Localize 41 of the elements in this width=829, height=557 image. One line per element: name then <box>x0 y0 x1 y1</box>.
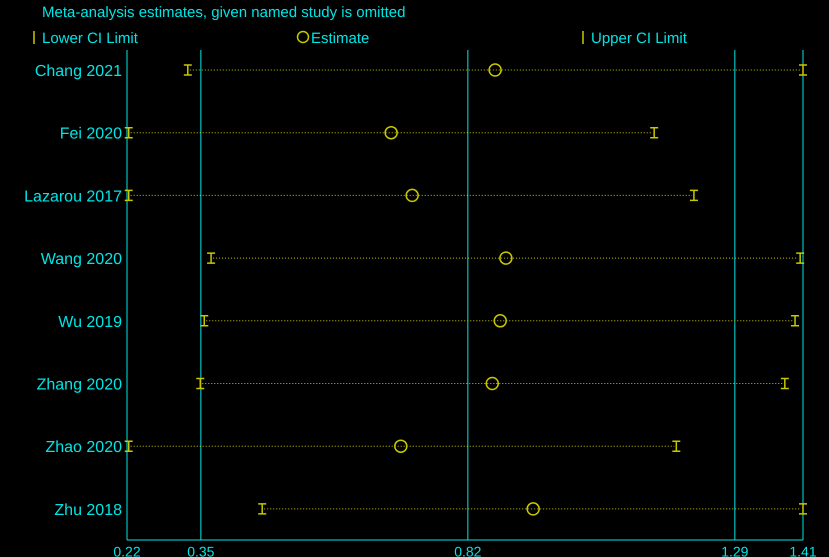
estimate-marker <box>384 126 398 140</box>
lower-limit-marker <box>124 440 134 452</box>
lower-limit-marker <box>257 503 267 515</box>
axis-tick-label: 0.22 <box>113 544 141 557</box>
study-label: Zhao 2020 <box>45 439 122 456</box>
estimate-marker <box>394 439 408 453</box>
lower-limit-marker <box>206 252 216 264</box>
estimate-marker <box>499 251 513 265</box>
lower-limit-marker <box>124 126 134 138</box>
estimate-marker <box>493 314 507 328</box>
study-label: Fei 2020 <box>60 126 122 143</box>
lower-limit-marker <box>200 315 209 327</box>
chart-title: Meta-analysis estimates, given named study is omitted <box>42 4 406 21</box>
upper-limit-marker <box>672 440 682 452</box>
upper-limit-marker <box>795 252 805 264</box>
estimate-marker <box>486 376 500 390</box>
axis-tick-label: 1.29 <box>721 544 748 557</box>
axis-tick-label: 0.35 <box>187 544 214 557</box>
lower-limit-marker <box>196 378 206 390</box>
legend-label: Estimate <box>311 30 370 47</box>
upper-limit-marker <box>780 378 790 390</box>
estimate-marker <box>405 188 419 202</box>
study-label: Wang 2020 <box>40 251 122 268</box>
study-label: Wu 2019 <box>58 314 122 331</box>
study-label: Zhu 2018 <box>54 502 122 519</box>
estimate-marker <box>526 502 540 516</box>
lower-limit-marker <box>183 64 193 76</box>
upper-limit-marker <box>798 64 808 76</box>
legend-label: Lower CI Limit <box>42 30 138 47</box>
upper-limit-marker <box>649 126 659 138</box>
estimate-marker <box>488 63 502 77</box>
upper-limit-marker <box>689 190 699 202</box>
study-label: Lazarou 2017 <box>24 188 122 206</box>
legend-label: Upper CI Limit <box>591 30 687 47</box>
axis-tick-label: 0.82 <box>454 544 482 557</box>
upper-limit-marker <box>798 503 808 515</box>
upper-limit-marker <box>790 315 800 327</box>
lower-limit-marker <box>124 190 134 202</box>
study-label: Zhang 2020 <box>36 376 122 394</box>
axis-tick-label: 1.41 <box>789 544 817 557</box>
study-label: Chang 2021 <box>34 63 122 80</box>
